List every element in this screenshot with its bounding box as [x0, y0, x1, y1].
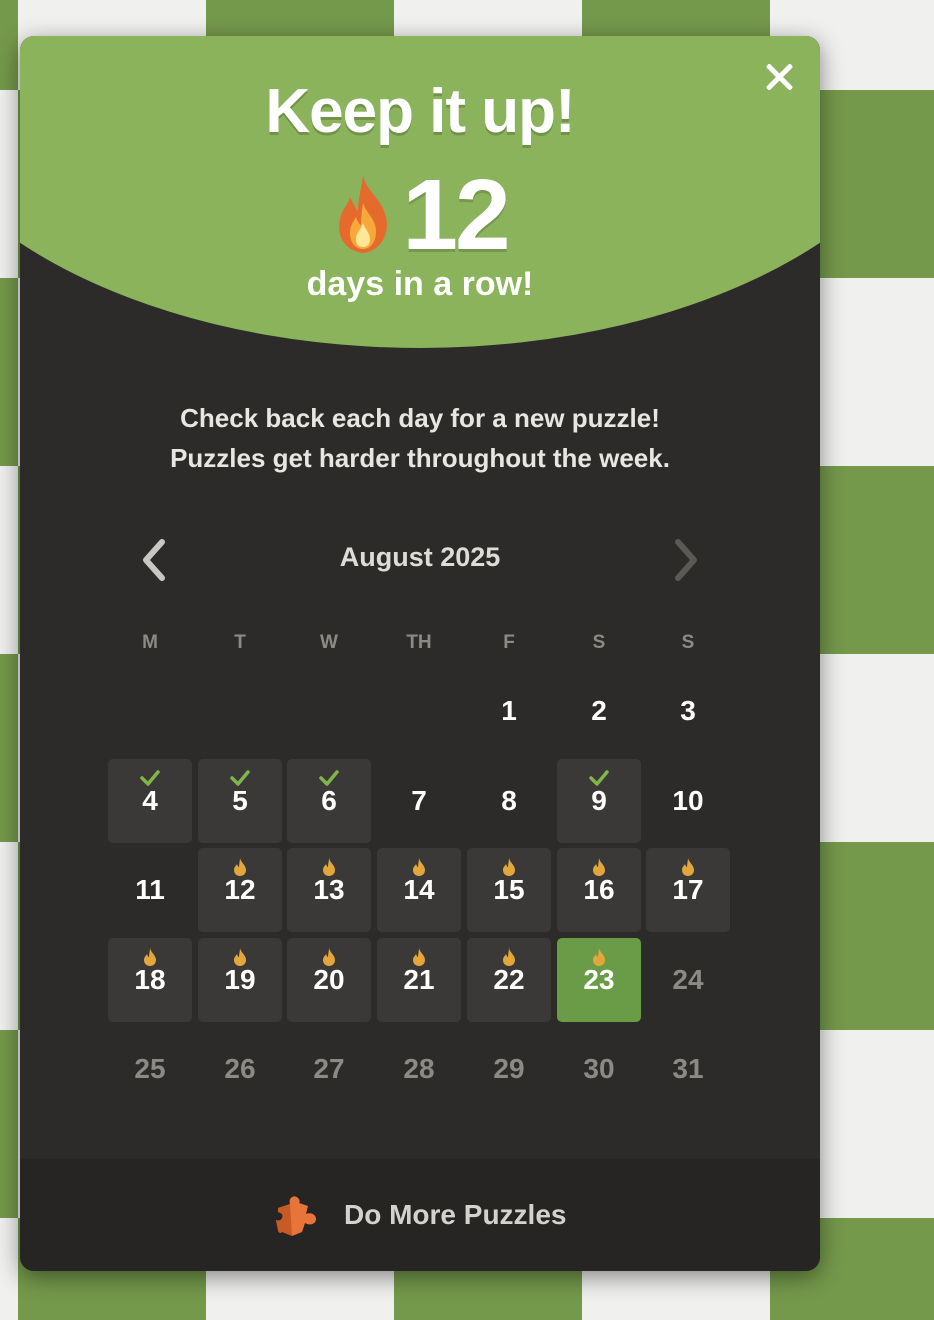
- day-number: 17: [672, 874, 704, 905]
- streak-count: 12: [402, 159, 510, 271]
- calendar-day-27: 27: [287, 1027, 371, 1111]
- streak-caption: days in a row!: [306, 265, 534, 303]
- calendar-day-12[interactable]: 12: [198, 848, 282, 932]
- calendar-day-22[interactable]: 22: [467, 938, 551, 1022]
- weekday-label: M: [142, 632, 158, 653]
- footer-label: Do More Puzzles: [344, 1199, 567, 1230]
- weekday-label: S: [592, 632, 606, 653]
- day-number: 28: [403, 1053, 435, 1084]
- calendar-day-5[interactable]: 5: [198, 759, 282, 843]
- day-number: 21: [403, 964, 435, 995]
- day-number: 31: [672, 1053, 704, 1084]
- calendar-day-30: 30: [557, 1027, 641, 1111]
- day-number: 12: [224, 874, 256, 905]
- do-more-puzzles-button[interactable]: Do More Puzzles: [20, 1159, 820, 1271]
- day-number: 23: [583, 964, 615, 995]
- day-number: 11: [135, 874, 165, 905]
- day-number: 26: [224, 1053, 256, 1084]
- weekday-label: W: [320, 632, 338, 653]
- calendar-day-3[interactable]: 3: [646, 669, 730, 753]
- calendar-day-21[interactable]: 21: [377, 938, 461, 1022]
- calendar-day-14[interactable]: 14: [377, 848, 461, 932]
- calendar-day-8[interactable]: 8: [467, 759, 551, 843]
- calendar-day-31: 31: [646, 1027, 730, 1111]
- day-number: 14: [403, 874, 435, 905]
- calendar-day-25: 25: [108, 1027, 192, 1111]
- weekday-label: T: [234, 632, 246, 653]
- calendar-day-7[interactable]: 7: [377, 759, 461, 843]
- day-number: 5: [232, 785, 248, 816]
- calendar-day-2[interactable]: 2: [557, 669, 641, 753]
- calendar-day-15[interactable]: 15: [467, 848, 551, 932]
- day-number: 7: [411, 785, 427, 816]
- day-number: 9: [591, 785, 607, 816]
- flame-icon: [339, 175, 388, 253]
- calendar-day-20[interactable]: 20: [287, 938, 371, 1022]
- calendar-day-13[interactable]: 13: [287, 848, 371, 932]
- day-number: 18: [134, 964, 166, 995]
- calendar-day-1[interactable]: 1: [467, 669, 551, 753]
- day-number: 24: [672, 964, 704, 995]
- day-number: 15: [493, 874, 525, 905]
- weekday-label: F: [503, 632, 515, 653]
- day-number: 2: [591, 695, 607, 726]
- day-number: 8: [501, 785, 517, 816]
- day-number: 30: [583, 1053, 615, 1084]
- day-number: 16: [583, 874, 615, 905]
- day-number: 29: [493, 1053, 525, 1084]
- calendar-day-4[interactable]: 4: [108, 759, 192, 843]
- chevron-right-icon: [675, 539, 697, 581]
- info-line-2: Puzzles get harder throughout the week.: [170, 443, 670, 473]
- calendar-day-29: 29: [467, 1027, 551, 1111]
- streak-modal: Keep it up! 12 days in a row! Check back…: [20, 36, 820, 1271]
- day-number: 4: [142, 785, 158, 816]
- day-number: 6: [321, 785, 337, 816]
- day-number: 1: [501, 695, 517, 726]
- headline: Keep it up!: [265, 77, 575, 146]
- day-number: 25: [134, 1053, 166, 1084]
- calendar-day-26: 26: [198, 1027, 282, 1111]
- day-number: 3: [680, 695, 696, 726]
- day-number: 13: [313, 874, 345, 905]
- day-number: 27: [313, 1053, 345, 1084]
- calendar-day-16[interactable]: 16: [557, 848, 641, 932]
- calendar-day-24: 24: [646, 938, 730, 1022]
- calendar-day-9[interactable]: 9: [557, 759, 641, 843]
- puzzle-piece-icon: [276, 1196, 316, 1236]
- calendar-day-19[interactable]: 19: [198, 938, 282, 1022]
- calendar-day-17[interactable]: 17: [646, 848, 730, 932]
- calendar-day-11[interactable]: 11: [108, 848, 192, 932]
- calendar-day-6[interactable]: 6: [287, 759, 371, 843]
- calendar-day-10[interactable]: 10: [646, 759, 730, 843]
- weekday-label: S: [681, 632, 695, 653]
- calendar-day-18[interactable]: 18: [108, 938, 192, 1022]
- streak-counter: 12: [20, 158, 820, 273]
- info-line-1: Check back each day for a new puzzle!: [180, 403, 660, 433]
- day-number: 20: [313, 964, 345, 995]
- weekday-label: TH: [406, 632, 432, 653]
- day-number: 10: [672, 785, 704, 816]
- calendar-day-23[interactable]: 23: [557, 938, 641, 1022]
- next-month-button[interactable]: [666, 536, 706, 584]
- info-message: Check back each day for a new puzzle! Pu…: [20, 398, 820, 478]
- calendar-day-28: 28: [377, 1027, 461, 1111]
- day-number: 19: [224, 964, 256, 995]
- day-number: 22: [493, 964, 525, 995]
